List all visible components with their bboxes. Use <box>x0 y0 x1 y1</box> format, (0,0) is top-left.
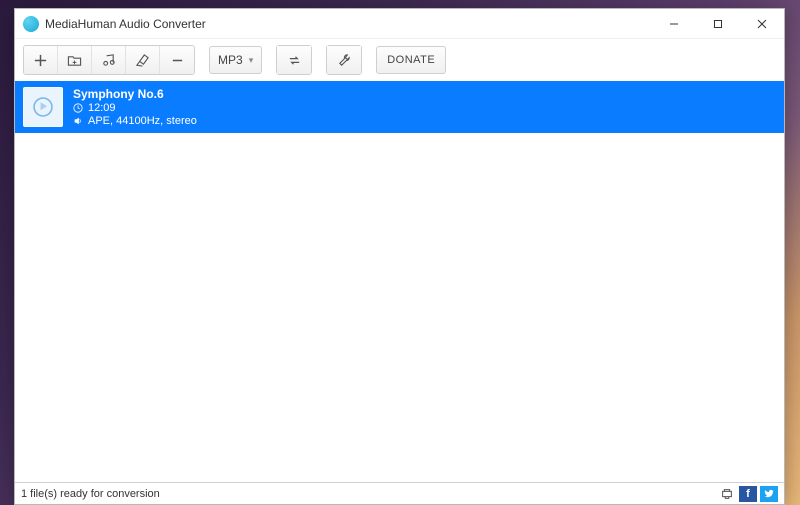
status-text: 1 file(s) ready for conversion <box>21 488 160 500</box>
speaker-icon <box>73 116 83 126</box>
track-thumbnail <box>23 87 63 127</box>
toolbar-settings-group <box>326 45 362 75</box>
titlebar: MediaHuman Audio Converter <box>15 9 784 39</box>
minimize-button[interactable] <box>652 9 696 38</box>
toolbar-file-group <box>23 45 195 75</box>
twitter-icon <box>764 488 775 499</box>
facebook-button[interactable]: f <box>739 486 757 502</box>
convert-arrows-icon <box>287 53 302 68</box>
track-meta: Symphony No.6 12:09 APE, 44100Hz, stereo <box>73 87 197 127</box>
close-button[interactable] <box>740 9 784 38</box>
app-icon <box>23 16 39 32</box>
add-folder-button[interactable] <box>58 46 92 74</box>
status-icons: f <box>718 486 778 502</box>
track-format-info: APE, 44100Hz, stereo <box>88 115 197 127</box>
window-controls <box>652 9 784 38</box>
window-title: MediaHuman Audio Converter <box>45 17 652 31</box>
app-window: MediaHuman Audio Converter <box>14 8 785 505</box>
wrench-icon <box>337 53 352 68</box>
track-title: Symphony No.6 <box>73 87 197 101</box>
plus-icon <box>33 53 48 68</box>
playlist-button[interactable] <box>92 46 126 74</box>
add-file-button[interactable] <box>24 46 58 74</box>
settings-button[interactable] <box>327 46 361 74</box>
convert-button[interactable] <box>277 46 311 74</box>
chevron-down-icon: ▾ <box>249 55 254 66</box>
clock-icon <box>73 103 83 113</box>
desktop-background: MediaHuman Audio Converter <box>0 0 800 505</box>
track-duration: 12:09 <box>88 102 116 114</box>
clear-button[interactable] <box>126 46 160 74</box>
track-list[interactable]: Symphony No.6 12:09 APE, 44100Hz, stereo <box>15 81 784 482</box>
music-note-icon <box>101 53 116 68</box>
locate-button[interactable] <box>718 486 736 502</box>
locate-icon <box>720 487 734 501</box>
donate-button[interactable]: DONATE <box>376 46 446 74</box>
format-selected-label: MP3 <box>218 53 243 67</box>
list-item[interactable]: Symphony No.6 12:09 APE, 44100Hz, stereo <box>15 81 784 133</box>
toolbar: MP3 ▾ DONATE <box>15 39 784 81</box>
broom-icon <box>135 53 150 68</box>
audio-file-icon <box>30 94 56 120</box>
twitter-button[interactable] <box>760 486 778 502</box>
folder-icon <box>67 53 82 68</box>
toolbar-convert-group <box>276 45 312 75</box>
minus-icon <box>170 53 185 68</box>
maximize-button[interactable] <box>696 9 740 38</box>
remove-button[interactable] <box>160 46 194 74</box>
format-dropdown[interactable]: MP3 ▾ <box>209 46 262 74</box>
statusbar: 1 file(s) ready for conversion f <box>15 482 784 504</box>
